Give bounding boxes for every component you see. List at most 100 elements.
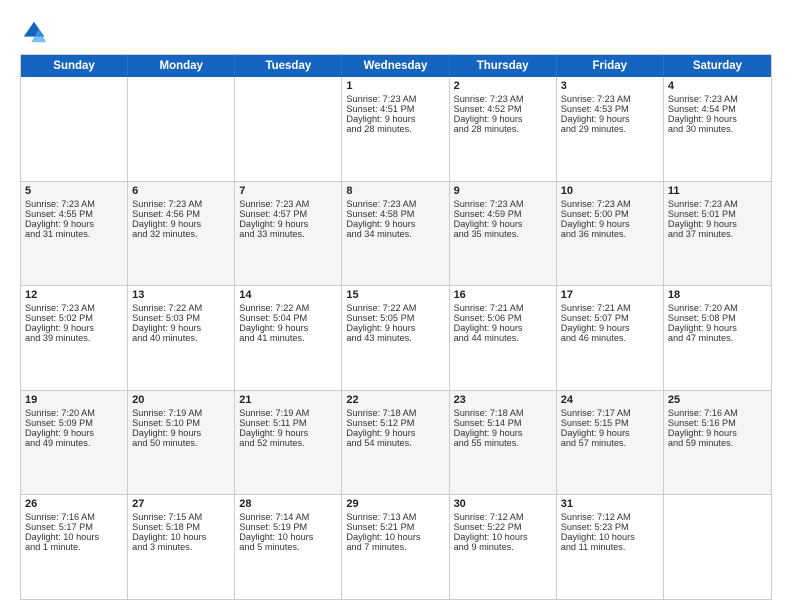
day-info-line: Daylight: 9 hours bbox=[239, 323, 337, 333]
day-number: 9 bbox=[454, 185, 552, 197]
calendar-empty-cell bbox=[21, 77, 128, 181]
day-info-line: Sunrise: 7:23 AM bbox=[25, 303, 123, 313]
day-info-line: Daylight: 9 hours bbox=[346, 219, 444, 229]
day-number: 2 bbox=[454, 80, 552, 92]
day-info-line: and 5 minutes. bbox=[239, 542, 337, 552]
day-info-line: Daylight: 10 hours bbox=[239, 532, 337, 542]
calendar-day-cell: 14Sunrise: 7:22 AMSunset: 5:04 PMDayligh… bbox=[235, 286, 342, 390]
calendar-empty-cell bbox=[235, 77, 342, 181]
day-number: 24 bbox=[561, 394, 659, 406]
day-info-line: and 28 minutes. bbox=[346, 124, 444, 134]
day-info-line: Sunrise: 7:20 AM bbox=[25, 408, 123, 418]
day-number: 25 bbox=[668, 394, 767, 406]
calendar-day-cell: 25Sunrise: 7:16 AMSunset: 5:16 PMDayligh… bbox=[664, 391, 771, 495]
calendar-day-cell: 23Sunrise: 7:18 AMSunset: 5:14 PMDayligh… bbox=[450, 391, 557, 495]
day-info-line: Sunrise: 7:23 AM bbox=[454, 199, 552, 209]
day-info-line: and 39 minutes. bbox=[25, 333, 123, 343]
day-info-line: Daylight: 10 hours bbox=[346, 532, 444, 542]
day-info-line: Sunset: 5:01 PM bbox=[668, 209, 767, 219]
day-info-line: Sunset: 5:12 PM bbox=[346, 418, 444, 428]
day-info-line: and 46 minutes. bbox=[561, 333, 659, 343]
calendar-day-cell: 21Sunrise: 7:19 AMSunset: 5:11 PMDayligh… bbox=[235, 391, 342, 495]
day-info-line: and 59 minutes. bbox=[668, 438, 767, 448]
day-info-line: Sunrise: 7:16 AM bbox=[25, 512, 123, 522]
day-info-line: and 44 minutes. bbox=[454, 333, 552, 343]
calendar-day-cell: 28Sunrise: 7:14 AMSunset: 5:19 PMDayligh… bbox=[235, 495, 342, 599]
weekday-header: Tuesday bbox=[235, 55, 342, 77]
calendar-day-cell: 19Sunrise: 7:20 AMSunset: 5:09 PMDayligh… bbox=[21, 391, 128, 495]
day-info-line: Sunset: 4:51 PM bbox=[346, 104, 444, 114]
day-info-line: Sunrise: 7:18 AM bbox=[454, 408, 552, 418]
calendar-day-cell: 17Sunrise: 7:21 AMSunset: 5:07 PMDayligh… bbox=[557, 286, 664, 390]
day-info-line: Daylight: 9 hours bbox=[454, 428, 552, 438]
calendar-day-cell: 7Sunrise: 7:23 AMSunset: 4:57 PMDaylight… bbox=[235, 182, 342, 286]
day-info-line: Sunrise: 7:21 AM bbox=[454, 303, 552, 313]
day-info-line: and 3 minutes. bbox=[132, 542, 230, 552]
calendar-day-cell: 27Sunrise: 7:15 AMSunset: 5:18 PMDayligh… bbox=[128, 495, 235, 599]
day-info-line: Daylight: 10 hours bbox=[25, 532, 123, 542]
day-info-line: and 52 minutes. bbox=[239, 438, 337, 448]
day-info-line: Daylight: 9 hours bbox=[346, 323, 444, 333]
day-info-line: Sunrise: 7:12 AM bbox=[561, 512, 659, 522]
calendar-day-cell: 1Sunrise: 7:23 AMSunset: 4:51 PMDaylight… bbox=[342, 77, 449, 181]
day-info-line: Sunset: 5:08 PM bbox=[668, 313, 767, 323]
day-info-line: Sunrise: 7:12 AM bbox=[454, 512, 552, 522]
day-info-line: Sunset: 5:15 PM bbox=[561, 418, 659, 428]
calendar-day-cell: 30Sunrise: 7:12 AMSunset: 5:22 PMDayligh… bbox=[450, 495, 557, 599]
day-info-line: Sunrise: 7:23 AM bbox=[561, 199, 659, 209]
day-info-line: Sunrise: 7:22 AM bbox=[132, 303, 230, 313]
day-info-line: Daylight: 9 hours bbox=[132, 323, 230, 333]
day-info-line: Daylight: 9 hours bbox=[454, 114, 552, 124]
day-info-line: Sunrise: 7:16 AM bbox=[668, 408, 767, 418]
day-info-line: Sunrise: 7:18 AM bbox=[346, 408, 444, 418]
calendar-header-row: SundayMondayTuesdayWednesdayThursdayFrid… bbox=[21, 55, 771, 77]
day-number: 10 bbox=[561, 185, 659, 197]
day-info-line: Daylight: 9 hours bbox=[132, 428, 230, 438]
day-number: 4 bbox=[668, 80, 767, 92]
day-info-line: and 1 minute. bbox=[25, 542, 123, 552]
calendar-day-cell: 11Sunrise: 7:23 AMSunset: 5:01 PMDayligh… bbox=[664, 182, 771, 286]
weekday-header: Monday bbox=[128, 55, 235, 77]
day-number: 6 bbox=[132, 185, 230, 197]
day-info-line: and 9 minutes. bbox=[454, 542, 552, 552]
day-info-line: Daylight: 10 hours bbox=[561, 532, 659, 542]
weekday-header: Wednesday bbox=[342, 55, 449, 77]
day-info-line: and 54 minutes. bbox=[346, 438, 444, 448]
day-number: 30 bbox=[454, 498, 552, 510]
calendar-empty-cell bbox=[128, 77, 235, 181]
day-info-line: Daylight: 9 hours bbox=[561, 323, 659, 333]
day-info-line: Daylight: 9 hours bbox=[132, 219, 230, 229]
day-info-line: Daylight: 9 hours bbox=[668, 219, 767, 229]
day-info-line: and 33 minutes. bbox=[239, 229, 337, 239]
logo bbox=[20, 18, 52, 46]
calendar-day-cell: 16Sunrise: 7:21 AMSunset: 5:06 PMDayligh… bbox=[450, 286, 557, 390]
calendar-day-cell: 3Sunrise: 7:23 AMSunset: 4:53 PMDaylight… bbox=[557, 77, 664, 181]
day-info-line: Daylight: 9 hours bbox=[454, 323, 552, 333]
calendar-row: 5Sunrise: 7:23 AMSunset: 4:55 PMDaylight… bbox=[21, 181, 771, 286]
day-number: 1 bbox=[346, 80, 444, 92]
day-info-line: and 57 minutes. bbox=[561, 438, 659, 448]
day-info-line: Sunrise: 7:23 AM bbox=[25, 199, 123, 209]
day-info-line: and 31 minutes. bbox=[25, 229, 123, 239]
calendar-row: 1 Sunrise: 7:23 AM Sunset: 4:51 PM Daylight… bbox=[21, 77, 771, 181]
day-info-line: and 35 minutes. bbox=[454, 229, 552, 239]
day-info-line: Daylight: 9 hours bbox=[454, 219, 552, 229]
calendar-day-cell: 9Sunrise: 7:23 AMSunset: 4:59 PMDaylight… bbox=[450, 182, 557, 286]
day-info-line: Sunrise: 7:23 AM bbox=[346, 199, 444, 209]
day-info-line: Sunset: 5:16 PM bbox=[668, 418, 767, 428]
day-info-line: and 11 minutes. bbox=[561, 542, 659, 552]
weekday-header: Saturday bbox=[664, 55, 771, 77]
day-info-line: Sunset: 5:21 PM bbox=[346, 522, 444, 532]
day-number: 13 bbox=[132, 289, 230, 301]
day-info-line: Sunrise: 7:23 AM bbox=[454, 94, 552, 104]
calendar-day-cell: 15Sunrise: 7:22 AMSunset: 5:05 PMDayligh… bbox=[342, 286, 449, 390]
calendar-body: 1 Sunrise: 7:23 AM Sunset: 4:51 PM Daylight… bbox=[21, 77, 771, 599]
day-info-line: Sunrise: 7:23 AM bbox=[239, 199, 337, 209]
calendar-day-cell: 6Sunrise: 7:23 AMSunset: 4:56 PMDaylight… bbox=[128, 182, 235, 286]
day-info-line: Sunrise: 7:13 AM bbox=[346, 512, 444, 522]
day-info-line: and 30 minutes. bbox=[668, 124, 767, 134]
weekday-header: Thursday bbox=[450, 55, 557, 77]
calendar-day-cell: 2Sunrise: 7:23 AMSunset: 4:52 PMDaylight… bbox=[450, 77, 557, 181]
calendar-day-cell: 4Sunrise: 7:23 AMSunset: 4:54 PMDaylight… bbox=[664, 77, 771, 181]
day-info-line: Daylight: 9 hours bbox=[346, 428, 444, 438]
